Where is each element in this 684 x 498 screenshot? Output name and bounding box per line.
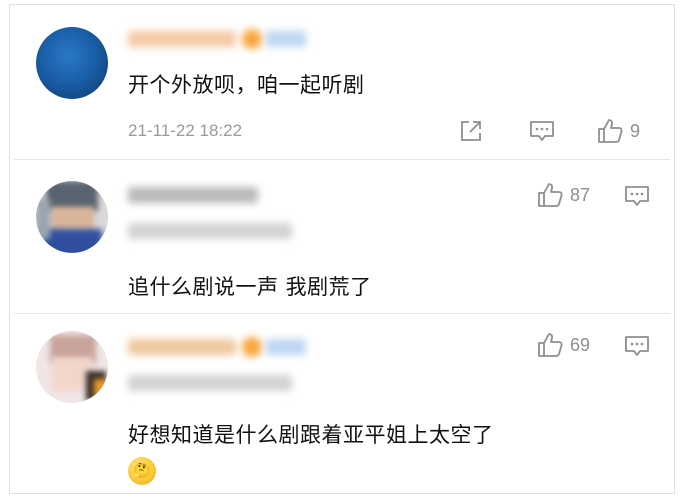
comment-text: 追什么剧说一声 我剧荒了 xyxy=(128,275,372,299)
comment-text: 开个外放呗，咱一起听剧 xyxy=(128,73,365,97)
like-icon xyxy=(538,333,563,357)
share-button[interactable] xyxy=(458,118,484,144)
like-button[interactable]: 87 xyxy=(536,181,590,209)
reply-button[interactable] xyxy=(623,333,651,359)
vip-badge xyxy=(242,337,262,357)
divider xyxy=(14,313,670,314)
like-count: 69 xyxy=(570,334,591,355)
username[interactable] xyxy=(128,31,236,47)
like-icon xyxy=(538,183,563,207)
comment-timestamp: 21-11-22 18:22 xyxy=(128,121,243,140)
comment-timestamp xyxy=(128,375,292,391)
thinking-emoji-icon: 🤔 xyxy=(128,457,156,485)
badge-extra xyxy=(266,31,306,47)
avatar[interactable] xyxy=(36,331,108,403)
username[interactable] xyxy=(128,339,236,355)
share-icon xyxy=(461,121,481,141)
comment-text: 好想知道是什么剧跟着亚平姐上太空了 xyxy=(128,423,494,447)
vip-badge xyxy=(242,29,262,49)
comment-list: 开个外放呗，咱一起听剧 21-11-22 18:22 9 87 追什么剧说一声 … xyxy=(9,4,675,494)
avatar[interactable] xyxy=(36,181,108,253)
badge-extra xyxy=(266,339,306,355)
like-count: 9 xyxy=(630,120,641,141)
reply-button[interactable] xyxy=(623,183,651,209)
comment-icon xyxy=(530,121,554,141)
like-button[interactable]: 69 xyxy=(536,331,590,359)
avatar[interactable] xyxy=(36,27,108,99)
like-count: 87 xyxy=(570,184,591,205)
comment-icon xyxy=(625,336,649,356)
comment-icon xyxy=(625,186,649,206)
comment-timestamp xyxy=(128,223,292,239)
username[interactable] xyxy=(128,187,258,203)
like-button[interactable]: 9 xyxy=(596,117,640,145)
reply-button[interactable] xyxy=(528,118,556,144)
divider xyxy=(14,159,670,160)
like-icon xyxy=(598,119,623,143)
